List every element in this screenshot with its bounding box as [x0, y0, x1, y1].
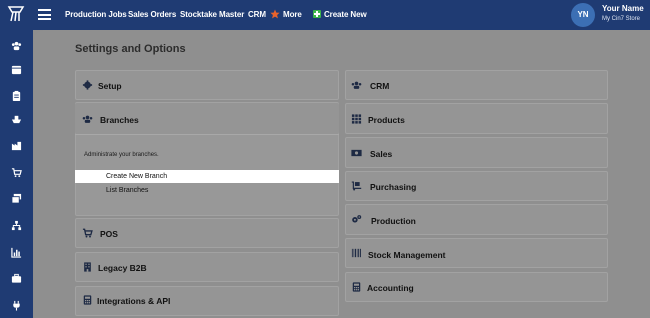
cart-icon[interactable]	[11, 167, 22, 178]
bar-chart-icon[interactable]	[11, 247, 22, 258]
user-store: My Cin7 Store	[602, 16, 641, 22]
top-navigation-bar: Production Jobs Sales Orders Stocktake M…	[0, 0, 650, 30]
list-branches-link[interactable]: List Branches	[106, 187, 148, 194]
card-products-label: Products	[368, 115, 405, 125]
nav-stocktake-master[interactable]: Stocktake Master	[180, 10, 244, 19]
cart-icon	[82, 228, 93, 238]
nav-crm[interactable]: CRM	[248, 10, 266, 19]
sidebar	[0, 30, 33, 318]
calculator-icon	[83, 295, 92, 305]
star-icon	[270, 9, 280, 19]
menu-toggle-icon[interactable]	[38, 9, 51, 20]
card-pos-label: POS	[100, 229, 118, 239]
users-icon[interactable]	[11, 40, 22, 51]
app-logo-icon[interactable]	[6, 4, 26, 24]
card-sales-label: Sales	[370, 149, 393, 159]
layers-icon[interactable]	[11, 193, 22, 204]
nav-create-new[interactable]: Create New	[324, 10, 367, 19]
clipboard-icon[interactable]	[11, 90, 22, 101]
card-branches-label: Branches	[100, 115, 139, 125]
divider	[75, 134, 339, 135]
card-accounting-label: Accounting	[367, 283, 414, 293]
branches-description: Administrate your branches.	[84, 152, 159, 158]
card-setup-label: Setup	[98, 81, 122, 91]
money-icon	[351, 149, 362, 157]
hand-truck-icon	[351, 181, 362, 191]
nav-more[interactable]: More	[283, 10, 302, 19]
ship-icon[interactable]	[11, 114, 22, 125]
gears-icon	[352, 215, 362, 223]
sitemap-icon[interactable]	[11, 220, 22, 231]
card-integrations-label: Integrations & API	[97, 296, 171, 306]
users-icon	[351, 81, 362, 89]
calculator-icon	[352, 282, 361, 292]
users-icon	[82, 115, 93, 123]
user-name[interactable]: Your Name	[602, 4, 644, 13]
plug-icon[interactable]	[11, 300, 22, 311]
factory-icon[interactable]	[11, 140, 22, 151]
gear-icon	[82, 80, 93, 90]
card-stock-management-label: Stock Management	[368, 250, 446, 260]
building-icon	[84, 262, 91, 272]
briefcase-icon[interactable]	[11, 273, 22, 284]
plus-icon	[313, 10, 321, 18]
create-new-branch-link[interactable]: Create New Branch	[106, 173, 167, 180]
grid-icon	[351, 114, 362, 124]
card-crm-label: CRM	[370, 81, 390, 91]
calendar-icon[interactable]	[11, 64, 22, 75]
nav-production-jobs[interactable]: Production Jobs	[65, 10, 127, 19]
card-production-label: Production	[371, 216, 416, 226]
page-title: Settings and Options	[75, 43, 186, 55]
card-legacy-b2b-label: Legacy B2B	[98, 263, 147, 273]
barcode-icon	[351, 248, 361, 258]
avatar[interactable]: YN	[571, 3, 595, 27]
card-purchasing-label: Purchasing	[370, 182, 417, 192]
nav-sales-orders[interactable]: Sales Orders	[128, 10, 176, 19]
